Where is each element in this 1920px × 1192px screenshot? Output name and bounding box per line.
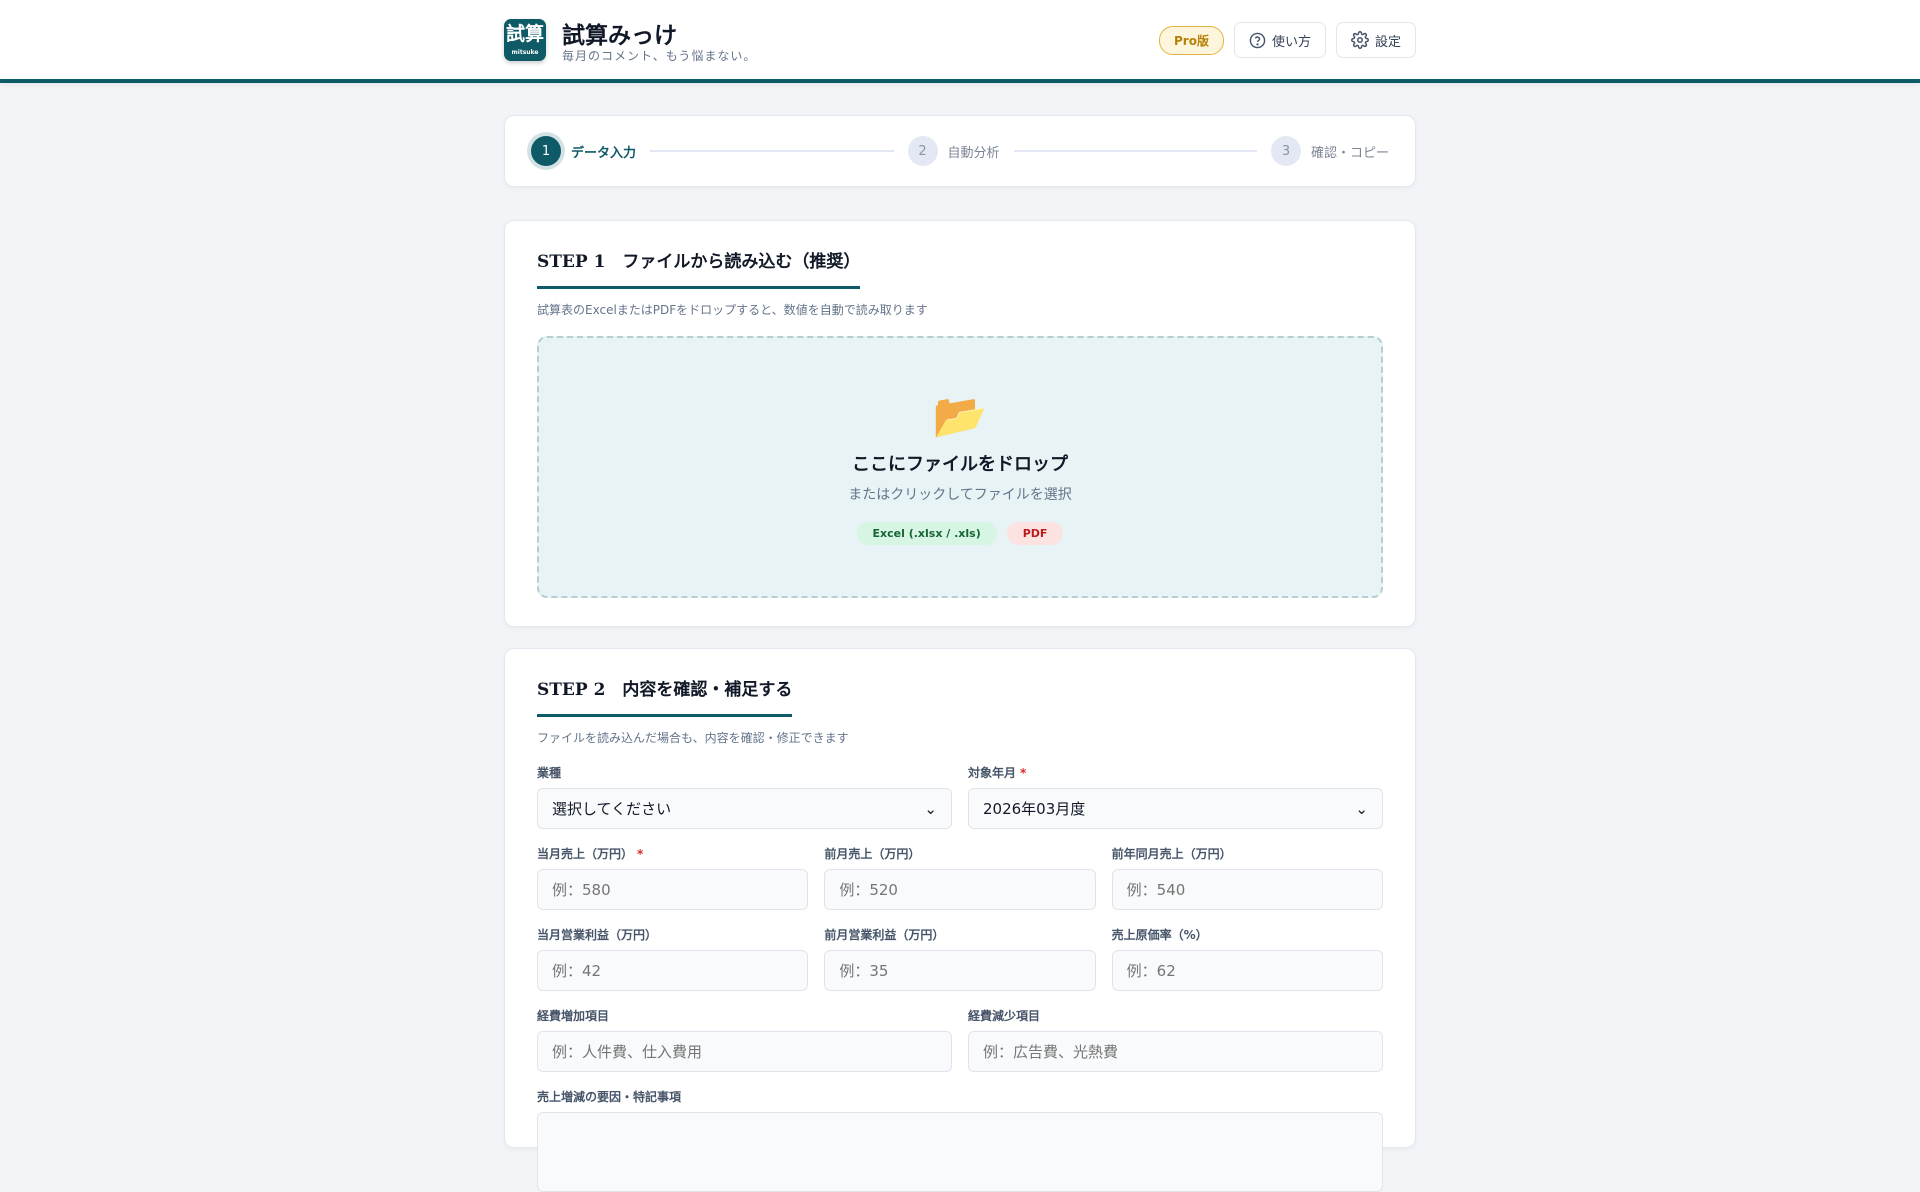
expense-decrease-input[interactable] [968, 1031, 1383, 1072]
app-header: 試算 mitsuke 試算みっけ 毎月のコメント、もう悩まない。 Pro版 使い方… [0, 0, 1920, 83]
step-connector [1013, 150, 1257, 152]
progress-stepper: 1 データ入力 2 自動分析 3 確認・コピー [504, 115, 1416, 187]
step2-section: STEP 2 内容を確認・補足する ファイルを読み込んだ場合も、内容を確認・修正… [504, 648, 1416, 1192]
step-1-number: 1 [531, 136, 561, 166]
field-label: 当月営業利益（万円） [537, 928, 658, 942]
chevron-down-icon: ⌄ [924, 799, 937, 818]
prev-profit-input[interactable] [824, 950, 1096, 991]
app-subtitle: 毎月のコメント、もう悩まない。 [562, 49, 757, 63]
step-3-label: 確認・コピー [1311, 145, 1390, 161]
field-label: 当月売上（万円） * [537, 847, 644, 861]
step-1-label: データ入力 [571, 145, 637, 161]
field-label: 前月売上（万円） [824, 847, 921, 861]
notes-textarea[interactable] [537, 1112, 1383, 1192]
expense-increase-input[interactable] [537, 1031, 952, 1072]
step-connector [650, 150, 894, 152]
step1-description: 試算表のExcelまたはPDFをドロップすると、数値を自動で読み取ります [537, 303, 928, 317]
excel-format-tag: Excel (.xlsx / .xls) [856, 522, 997, 545]
gear-icon [1351, 31, 1369, 49]
industry-label: 業種 [537, 766, 562, 780]
settings-button[interactable]: 設定 [1335, 22, 1416, 58]
drop-subtitle: またはクリックしてファイルを選択 [848, 487, 1072, 503]
cost-ratio-input[interactable] [1111, 950, 1383, 991]
field-label: 前月営業利益（万円） [824, 928, 945, 942]
prev-year-sales-input[interactable] [1111, 869, 1383, 910]
open-folder-icon: 📂 [932, 391, 988, 442]
app-title: 試算みっけ [562, 23, 677, 49]
period-select[interactable]: 2026年03月度 ⌄ [968, 788, 1383, 829]
step1-section: STEP 1 ファイルから読み込む（推奨） 試算表のExcelまたはPDFをドロ… [504, 220, 1416, 627]
file-drop-zone[interactable]: 📂 ここにファイルをドロップ またはクリックしてファイルを選択 Excel (.… [537, 336, 1383, 598]
step-3-number: 3 [1271, 136, 1301, 166]
app-logo: 試算 mitsuke [504, 19, 546, 61]
field-label: 前年同月売上（万円） [1111, 847, 1232, 861]
field-label: 経費減少項目 [968, 1009, 1041, 1023]
current-sales-input[interactable] [537, 869, 809, 910]
step2-description: ファイルを読み込んだ場合も、内容を確認・修正できます [537, 731, 849, 745]
current-profit-input[interactable] [537, 950, 809, 991]
notes-label: 売上増減の要因・特記事項 [537, 1090, 682, 1104]
pdf-format-tag: PDF [1006, 522, 1064, 545]
step2-title: STEP 2 内容を確認・補足する [537, 675, 793, 717]
field-label: 経費増加項目 [537, 1009, 610, 1023]
period-label: 対象年月 * [968, 766, 1027, 780]
drop-title: ここにファイルをドロップ [852, 454, 1068, 475]
help-icon [1249, 32, 1266, 48]
chevron-down-icon: ⌄ [1355, 799, 1368, 818]
field-label: 売上原価率（%） [1111, 928, 1208, 942]
step-2-label: 自動分析 [947, 145, 1000, 161]
step-2-number: 2 [907, 136, 938, 166]
pro-badge[interactable]: Pro版 [1159, 25, 1224, 55]
step1-title: STEP 1 ファイルから読み込む（推奨） [537, 247, 861, 289]
help-button[interactable]: 使い方 [1233, 22, 1326, 58]
industry-select[interactable]: 選択してください ⌄ [537, 788, 952, 829]
prev-month-sales-input[interactable] [824, 869, 1096, 910]
